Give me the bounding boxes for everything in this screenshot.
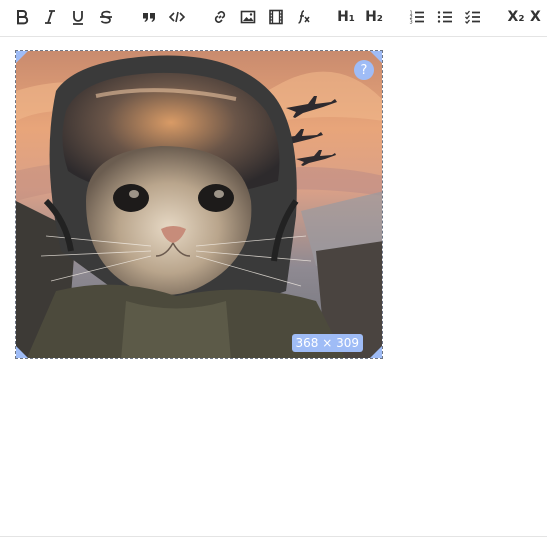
- clear-format-label: X: [530, 9, 541, 25]
- ordered-list-icon: 123: [410, 11, 424, 26]
- editor-toolbar: H₁ H₂ 123 X₂ X: [0, 0, 547, 37]
- selected-image[interactable]: ? 368 × 309: [15, 50, 383, 359]
- blockquote-button[interactable]: [137, 6, 161, 28]
- code-block-button[interactable]: [165, 6, 189, 28]
- subscript-label: X₂: [507, 9, 525, 25]
- heading-1-button[interactable]: H₁: [334, 6, 358, 28]
- editor-bottom-border: [0, 536, 547, 537]
- ordered-list-button[interactable]: 123: [405, 6, 429, 28]
- strikethrough-icon: [100, 10, 112, 24]
- bold-button[interactable]: [10, 6, 34, 28]
- heading-2-label: H₂: [365, 9, 383, 25]
- image-help-button[interactable]: ?: [354, 60, 374, 80]
- link-icon: [214, 11, 226, 23]
- image-icon: [240, 10, 256, 24]
- underline-icon: [73, 11, 83, 25]
- underline-button[interactable]: [66, 6, 90, 28]
- check-list-icon: [465, 10, 480, 24]
- subscript-button[interactable]: X₂: [504, 6, 528, 28]
- pilot-cat-image: [16, 51, 382, 358]
- bullet-list-button[interactable]: [433, 6, 457, 28]
- heading-1-label: H₁: [337, 9, 355, 25]
- heading-2-button[interactable]: H₂: [362, 6, 386, 28]
- italic-icon: [45, 10, 55, 24]
- strikethrough-button[interactable]: [94, 6, 118, 28]
- bold-icon: [17, 10, 29, 25]
- bullet-list-icon: [437, 11, 452, 23]
- italic-button[interactable]: [38, 6, 62, 28]
- check-list-button[interactable]: [461, 6, 485, 28]
- quote-icon: [143, 13, 155, 22]
- image-button[interactable]: [236, 6, 260, 28]
- video-icon: [269, 9, 283, 25]
- code-icon: [168, 11, 186, 23]
- link-button[interactable]: [208, 6, 232, 28]
- formula-button[interactable]: [292, 6, 316, 28]
- video-button[interactable]: [264, 6, 288, 28]
- image-size-badge: 368 × 309: [291, 334, 363, 352]
- svg-text:3: 3: [410, 20, 413, 26]
- formula-icon: [298, 10, 310, 24]
- clear-format-button[interactable]: X: [530, 6, 547, 28]
